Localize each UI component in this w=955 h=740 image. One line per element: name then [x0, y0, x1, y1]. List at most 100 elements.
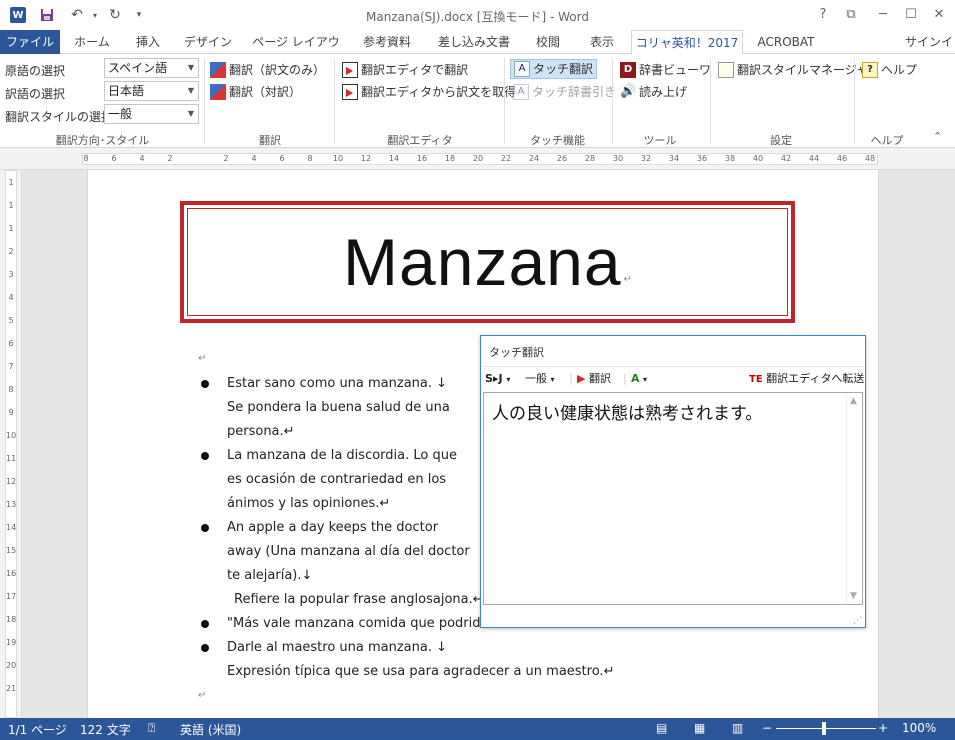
- touch-translate-button[interactable]: A タッチ翻訳: [510, 59, 598, 79]
- list-item[interactable]: persona.↵: [227, 424, 295, 439]
- ruler-tick-label: 1: [8, 201, 14, 210]
- ruler-tick-label: 2: [167, 154, 173, 163]
- translate-pair-button[interactable]: 翻訳（対訳）: [210, 82, 301, 102]
- ruler-tick-label: 21: [6, 684, 17, 693]
- zoom-out-button[interactable]: −: [762, 721, 772, 735]
- ruler-tick-label: 1: [8, 178, 14, 187]
- status-bar: 1/1 ページ 122 文字 ⍰ 英語 (米国) ▤ ▦ ▥ − + 100%: [0, 718, 955, 740]
- font-color-dropdown[interactable]: A ▾: [631, 371, 647, 388]
- save-icon[interactable]: [38, 6, 56, 24]
- ruler-tick-label: 32: [640, 154, 652, 163]
- list-item[interactable]: An apple a day keeps the doctor: [227, 520, 438, 535]
- touch-dictionary-button[interactable]: A タッチ辞書引き: [513, 82, 616, 102]
- tab-home[interactable]: ホーム: [66, 30, 118, 54]
- source-language-label: 原語の選択: [5, 64, 66, 78]
- scroll-up-icon[interactable]: ▲: [850, 396, 857, 406]
- ribbon: 原語の選択 スペイン語 ▼ 訳語の選択 日本語 ▼ 翻訳スタイルの選択 一般 ▼ 翻訳…: [0, 54, 955, 148]
- ribbon-display-options-button[interactable]: ⧉: [838, 4, 864, 26]
- translation-style-select[interactable]: 一般 ▼: [104, 104, 199, 124]
- translation-result-box[interactable]: 人の良い健康状態は熟考されます。 ▲ ▼: [483, 392, 863, 605]
- vertical-ruler[interactable]: 1 1 1 2 3 4 5 6 7 8 9 10 11 12 13 14 15 16 17 18 19 20 21: [0, 170, 22, 718]
- ruler-tick-label: 12: [360, 154, 372, 163]
- maximize-button[interactable]: ☐: [898, 4, 924, 26]
- list-item[interactable]: Darle al maestro una manzana. ↓: [227, 640, 447, 655]
- customize-qat-icon[interactable]: ▾: [130, 6, 148, 24]
- read-aloud-button[interactable]: 🔊 読み上げ: [620, 82, 687, 102]
- touch-translate-icon: A: [514, 61, 530, 77]
- zoom-level[interactable]: 100%: [902, 721, 936, 735]
- get-from-editor-button[interactable]: 翻訳エディタから訳文を取得: [342, 82, 516, 102]
- tab-mailings[interactable]: 差し込み文書: [432, 30, 516, 54]
- word-app-icon[interactable]: W: [10, 7, 26, 23]
- title-frame: Manzana ↵: [180, 201, 795, 323]
- proofing-icon[interactable]: ⍰: [148, 721, 155, 736]
- group-label-editor: 翻訳エディタ: [387, 134, 453, 147]
- popup-toolbar: S▸J ▾ 一般 ▾ | ▶ 翻訳 | A ▾ TE 翻訳エディタへ転送: [483, 366, 864, 390]
- help-button[interactable]: ?: [810, 4, 836, 26]
- page-count[interactable]: 1/1 ページ: [8, 721, 67, 738]
- ruler-tick-label: 4: [139, 154, 145, 163]
- paragraph-mark: ↵: [198, 353, 207, 364]
- list-item[interactable]: te alejaría).↓: [227, 568, 312, 583]
- list-item[interactable]: away (Una manzana al día del doctor: [227, 544, 470, 559]
- group-label-settings: 設定: [770, 134, 792, 147]
- undo-dropdown-icon[interactable]: ▾: [86, 6, 104, 24]
- translate-only-button[interactable]: 翻訳（訳文のみ）: [210, 60, 325, 80]
- ruler-tick-label: 36: [696, 154, 708, 163]
- zoom-slider-track[interactable]: [776, 728, 876, 729]
- list-item[interactable]: "Más vale manzana comida que podrida".: [227, 616, 499, 631]
- read-mode-icon[interactable]: ▤: [656, 721, 667, 735]
- list-item[interactable]: ánimos y las opiniones.↵: [227, 496, 390, 511]
- chevron-down-icon: ▼: [187, 86, 194, 95]
- list-item[interactable]: Expresión típica que se usa para agradec…: [227, 664, 614, 679]
- scroll-down-icon[interactable]: ▼: [850, 591, 857, 601]
- send-to-editor-button[interactable]: TE 翻訳エディタへ転送: [749, 371, 864, 388]
- tab-view[interactable]: 表示: [580, 30, 624, 54]
- minimize-button[interactable]: ─: [870, 4, 896, 26]
- tab-references[interactable]: 参考資料: [356, 30, 418, 54]
- tab-acrobat[interactable]: ACROBAT: [750, 30, 822, 54]
- tab-korya-eiwa[interactable]: コリャ英和！2017: [631, 30, 743, 55]
- language-indicator[interactable]: 英語 (米国): [180, 721, 241, 738]
- list-item[interactable]: Refiere la popular frase anglosajona.↵: [234, 592, 484, 607]
- print-layout-icon[interactable]: ▦: [694, 721, 705, 735]
- zoom-in-button[interactable]: +: [878, 721, 888, 735]
- collapse-ribbon-icon[interactable]: ⌃: [933, 130, 942, 143]
- tab-design[interactable]: デザイン: [180, 30, 236, 54]
- list-item[interactable]: es ocasión de contrariedad en los: [227, 472, 446, 487]
- style-dropdown[interactable]: 一般 ▾: [525, 371, 555, 388]
- touch-translate-popup[interactable]: タッチ翻訳 S▸J ▾ 一般 ▾ | ▶ 翻訳 | A ▾ TE 翻訳エディタへ…: [480, 335, 866, 628]
- list-item[interactable]: Estar sano como una manzana. ↓: [227, 376, 447, 391]
- popup-translate-button[interactable]: ▶ 翻訳: [577, 371, 611, 387]
- ruler-tick-label: 19: [6, 638, 17, 647]
- popup-scrollbar[interactable]: ▲ ▼: [846, 393, 862, 604]
- web-layout-icon[interactable]: ▥: [732, 721, 743, 735]
- ruler-tick-label: 3: [8, 270, 14, 279]
- style-manager-button[interactable]: 翻訳スタイルマネージャ: [718, 60, 868, 80]
- tab-file[interactable]: ファイル: [0, 30, 60, 54]
- close-button[interactable]: ✕: [926, 4, 952, 26]
- zoom-slider-thumb[interactable]: [822, 722, 826, 735]
- dictionary-viewer-button[interactable]: D 辞書ビューワ: [620, 60, 711, 80]
- target-language-select[interactable]: 日本語 ▼: [104, 81, 199, 101]
- horizontal-ruler[interactable]: 8 6 4 2 2 4 6 8 10 12 14 16 18 20 22 24 26 28 30 32 34 36 38 40…: [0, 148, 955, 170]
- paragraph-mark: ↵: [198, 690, 207, 701]
- signin-link[interactable]: サインイン: [900, 30, 955, 73]
- tab-page-layout[interactable]: ページ レイアウト: [248, 30, 344, 73]
- ruler-tick-label: 38: [724, 154, 736, 163]
- list-item[interactable]: La manzana de la discordia. Lo que: [227, 448, 457, 463]
- translate-in-editor-button[interactable]: 翻訳エディタで翻訳: [342, 60, 468, 80]
- ruler-tick-label: 14: [6, 523, 17, 532]
- ruler-tick-label: 46: [836, 154, 848, 163]
- source-language-select[interactable]: スペイン語 ▼: [104, 58, 199, 78]
- help-ribbon-button[interactable]: ? ヘルプ: [862, 60, 917, 80]
- document-title[interactable]: Manzana: [343, 224, 622, 300]
- resize-grip-icon[interactable]: ⋰: [853, 616, 862, 626]
- word-count[interactable]: 122 文字: [80, 721, 131, 738]
- tab-review[interactable]: 校閲: [526, 30, 570, 54]
- direction-dropdown[interactable]: S▸J ▾: [485, 371, 510, 388]
- list-item[interactable]: Se pondera la buena salud de una: [227, 400, 450, 415]
- undo-icon[interactable]: ↶: [68, 6, 86, 24]
- redo-icon[interactable]: ↻: [106, 6, 124, 24]
- tab-insert[interactable]: 挿入: [126, 30, 170, 54]
